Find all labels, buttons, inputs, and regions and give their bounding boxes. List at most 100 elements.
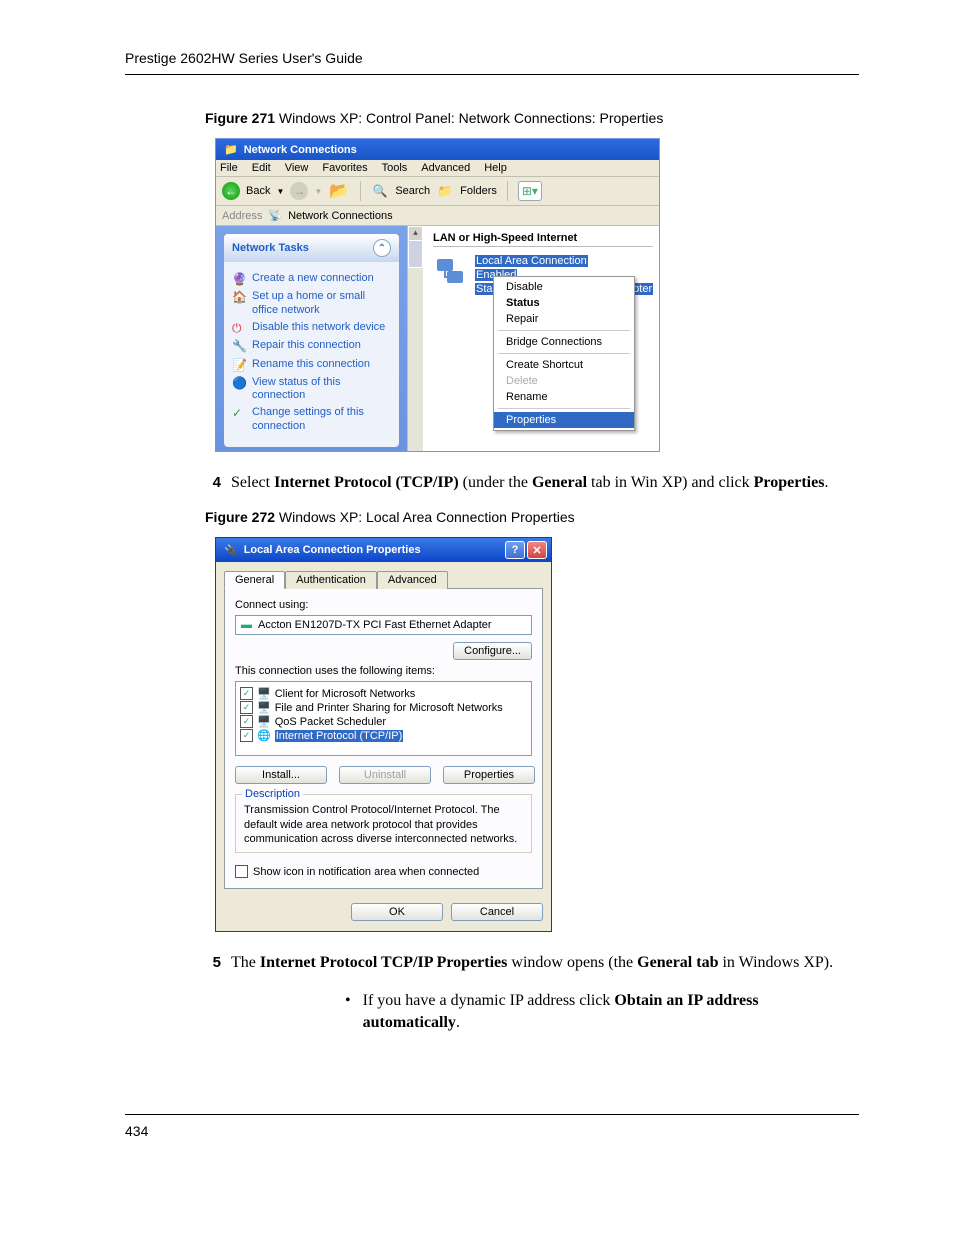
- task-view-status[interactable]: 🔵View status of this connection: [232, 376, 391, 402]
- menubar: File Edit View Favorites Tools Advanced …: [216, 160, 659, 177]
- window-client-area: Network Tasks ⌃ 🔮Create a new connection…: [216, 226, 659, 451]
- text: The: [231, 954, 260, 971]
- settings-icon: ✓: [232, 406, 246, 432]
- connection-icon: 🔌: [224, 544, 238, 557]
- checkbox[interactable]: [240, 729, 253, 742]
- ctx-shortcut[interactable]: Create Shortcut: [494, 357, 634, 373]
- search-icon[interactable]: 🔍: [371, 182, 389, 200]
- folder-icon: 📁: [224, 143, 238, 156]
- description-text: Transmission Control Protocol/Internet P…: [244, 803, 523, 846]
- dialog-titlebar[interactable]: 🔌 Local Area Connection Properties ? ✕: [216, 538, 551, 562]
- bullet-body: If you have a dynamic IP address click O…: [363, 990, 859, 1035]
- menu-file[interactable]: File: [220, 162, 238, 174]
- folders-label[interactable]: Folders: [460, 185, 497, 197]
- show-icon-checkbox[interactable]: [235, 865, 248, 878]
- ctx-status[interactable]: Status: [494, 295, 634, 311]
- lan-properties-dialog: 🔌 Local Area Connection Properties ? ✕ G…: [215, 537, 552, 932]
- network-tasks-header[interactable]: Network Tasks ⌃: [224, 234, 399, 262]
- collapse-icon[interactable]: ⌃: [373, 239, 391, 257]
- task-repair[interactable]: 🔧Repair this connection: [232, 339, 391, 353]
- ctx-delete: Delete: [494, 373, 634, 389]
- figure-271-caption: Figure 271 Windows XP: Control Panel: Ne…: [205, 110, 859, 126]
- task-create-connection[interactable]: 🔮Create a new connection: [232, 272, 391, 286]
- separator: [507, 181, 508, 201]
- task-label: Change settings of this connection: [252, 406, 391, 432]
- ctx-bridge[interactable]: Bridge Connections: [494, 334, 634, 350]
- tab-advanced[interactable]: Advanced: [377, 571, 448, 589]
- forward-icon: →: [290, 182, 308, 200]
- text-bold: Internet Protocol (TCP/IP): [274, 474, 459, 491]
- back-dropdown-icon[interactable]: ▼: [276, 187, 284, 196]
- menu-help[interactable]: Help: [484, 162, 507, 174]
- adapter-field: ▬ Accton EN1207D-TX PCI Fast Ethernet Ad…: [235, 615, 532, 635]
- up-folder-icon[interactable]: 📂: [328, 182, 350, 200]
- connection-name: Local Area Connection: [475, 255, 588, 267]
- search-label[interactable]: Search: [395, 185, 430, 197]
- network-adapter-icon: [433, 255, 467, 287]
- components-list[interactable]: 🖥️Client for Microsoft Networks 🖥️File a…: [235, 681, 532, 756]
- checkbox[interactable]: [240, 715, 253, 728]
- task-setup-network[interactable]: 🏠Set up a home or small office network: [232, 290, 391, 316]
- task-label: Set up a home or small office network: [252, 290, 391, 316]
- menu-tools[interactable]: Tools: [382, 162, 408, 174]
- text: (under the: [459, 474, 532, 491]
- back-icon[interactable]: ←: [222, 182, 240, 200]
- address-label: Address: [222, 210, 262, 222]
- window-titlebar[interactable]: 📁 Network Connections: [216, 139, 659, 160]
- text: .: [824, 474, 828, 491]
- menu-favorites[interactable]: Favorites: [322, 162, 367, 174]
- uses-items-label: This connection uses the following items…: [235, 665, 532, 677]
- task-change-settings[interactable]: ✓Change settings of this connection: [232, 406, 391, 432]
- scrollbar[interactable]: ▴: [407, 226, 423, 451]
- status-icon: 🔵: [232, 376, 246, 402]
- scroll-thumb[interactable]: [408, 240, 423, 268]
- configure-button[interactable]: Configure...: [453, 642, 532, 660]
- page-number: 434: [125, 1114, 859, 1139]
- ctx-rename[interactable]: Rename: [494, 389, 634, 405]
- wizard-icon: 🔮: [232, 272, 246, 286]
- list-item[interactable]: 🖥️Client for Microsoft Networks: [240, 687, 527, 700]
- text: tab in Win XP) and click: [587, 474, 754, 491]
- dialog-title: Local Area Connection Properties: [244, 544, 421, 556]
- list-item-selected[interactable]: 🌐Internet Protocol (TCP/IP): [240, 729, 527, 742]
- disable-icon: ⏻: [232, 321, 246, 335]
- task-disable-device[interactable]: ⏻Disable this network device: [232, 321, 391, 335]
- ctx-repair[interactable]: Repair: [494, 311, 634, 327]
- description-legend: Description: [242, 788, 303, 800]
- menu-advanced[interactable]: Advanced: [421, 162, 470, 174]
- views-icon[interactable]: ⊞▾: [518, 181, 542, 201]
- separator: [360, 181, 361, 201]
- item-label: Internet Protocol (TCP/IP): [275, 730, 404, 742]
- ctx-disable[interactable]: Disable: [494, 279, 634, 295]
- step-body: Select Internet Protocol (TCP/IP) (under…: [231, 472, 859, 494]
- cancel-button[interactable]: Cancel: [451, 903, 543, 921]
- connect-using-label: Connect using:: [235, 599, 532, 611]
- properties-button[interactable]: Properties: [443, 766, 535, 784]
- checkbox[interactable]: [240, 687, 253, 700]
- back-label[interactable]: Back: [246, 185, 270, 197]
- tab-authentication[interactable]: Authentication: [285, 571, 377, 589]
- menu-view[interactable]: View: [285, 162, 309, 174]
- tab-general[interactable]: General: [224, 571, 285, 589]
- description-fieldset: Description Transmission Control Protoco…: [235, 794, 532, 853]
- task-rename[interactable]: 📝Rename this connection: [232, 358, 391, 372]
- rename-icon: 📝: [232, 358, 246, 372]
- address-value[interactable]: Network Connections: [288, 210, 393, 222]
- menu-edit[interactable]: Edit: [252, 162, 271, 174]
- fwd-dropdown-icon: ▼: [314, 187, 322, 196]
- tab-strip: General Authentication Advanced: [216, 562, 551, 588]
- close-button[interactable]: ✕: [527, 541, 547, 559]
- help-button[interactable]: ?: [505, 541, 525, 559]
- text: in Windows XP).: [718, 954, 833, 971]
- list-item[interactable]: 🖥️QoS Packet Scheduler: [240, 715, 527, 728]
- ok-button[interactable]: OK: [351, 903, 443, 921]
- page-header: Prestige 2602HW Series User's Guide: [125, 50, 859, 75]
- network-connections-window: 📁 Network Connections File Edit View Fav…: [215, 138, 660, 452]
- ctx-properties[interactable]: Properties: [494, 412, 634, 428]
- checkbox[interactable]: [240, 701, 253, 714]
- install-button[interactable]: Install...: [235, 766, 327, 784]
- item-label: File and Printer Sharing for Microsoft N…: [275, 702, 503, 714]
- list-item[interactable]: 🖥️File and Printer Sharing for Microsoft…: [240, 701, 527, 714]
- task-label: Repair this connection: [252, 339, 361, 353]
- folders-icon[interactable]: 📁: [436, 182, 454, 200]
